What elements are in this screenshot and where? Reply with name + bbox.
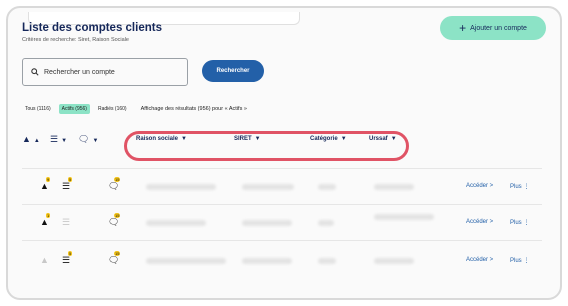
chat-icon: 🗨 15 — [108, 251, 121, 265]
search-button[interactable]: Rechercher — [202, 60, 264, 82]
table-row: ▲ ☰ 5 🗨 15 Accéder > Plus ⋮ — [22, 248, 542, 272]
more-link[interactable]: Plus ⋮ — [510, 183, 529, 190]
column-highlight — [124, 131, 409, 161]
search-icon — [31, 68, 39, 76]
plus-icon: + — [459, 21, 467, 35]
page-title: Liste des comptes clients — [22, 22, 162, 34]
alert-sort-icon[interactable]: ▲ ▲ — [22, 134, 40, 144]
results-info: Affichage des résultats (956) pour « Act… — [140, 106, 247, 112]
row-divider — [22, 168, 542, 169]
more-link[interactable]: Plus ⋮ — [510, 219, 529, 226]
table-row: ▲ 1 ☰ 🗨 15 Accéder > Plus ⋮ — [22, 210, 542, 234]
row-divider — [22, 240, 542, 241]
filter-removed[interactable]: Radiés (160) — [95, 104, 130, 114]
chat-sort-icon[interactable]: 🗨 ▼ — [78, 134, 98, 145]
list-icon: ☰ 5 — [62, 251, 73, 265]
row-divider — [22, 204, 542, 205]
more-link[interactable]: Plus ⋮ — [510, 257, 529, 264]
list-sort-icon[interactable]: ☰ ▼ — [50, 134, 67, 145]
add-account-label: Ajouter un compte — [470, 24, 527, 32]
chat-icon: 🗨 15 — [108, 177, 121, 191]
filter-all[interactable]: Tous (1116) — [22, 104, 54, 114]
alert-icon: ▲ 1 — [40, 213, 51, 227]
access-link[interactable]: Accéder > — [466, 219, 493, 225]
search-input[interactable]: Rechercher un compte — [22, 58, 188, 86]
status-filters: Tous (1116) Actifs (956) Radiés (160) Af… — [22, 104, 247, 114]
chat-icon: 🗨 15 — [108, 213, 121, 227]
access-link[interactable]: Accéder > — [466, 183, 493, 189]
add-account-button[interactable]: + Ajouter un compte — [440, 16, 546, 40]
list-icon: ☰ 5 — [62, 177, 73, 191]
page-subtitle: Critères de recherche: Siret, Raison Soc… — [22, 37, 129, 43]
alert-icon: ▲ 9 — [40, 177, 51, 191]
table-row: ▲ 9 ☰ 5 🗨 15 Accéder > Plus ⋮ — [22, 174, 542, 198]
list-icon: ☰ — [62, 217, 71, 227]
filter-active[interactable]: Actifs (956) — [58, 104, 90, 114]
search-placeholder: Rechercher un compte — [44, 68, 115, 76]
access-link[interactable]: Accéder > — [466, 257, 493, 263]
alert-icon: ▲ — [40, 255, 49, 265]
